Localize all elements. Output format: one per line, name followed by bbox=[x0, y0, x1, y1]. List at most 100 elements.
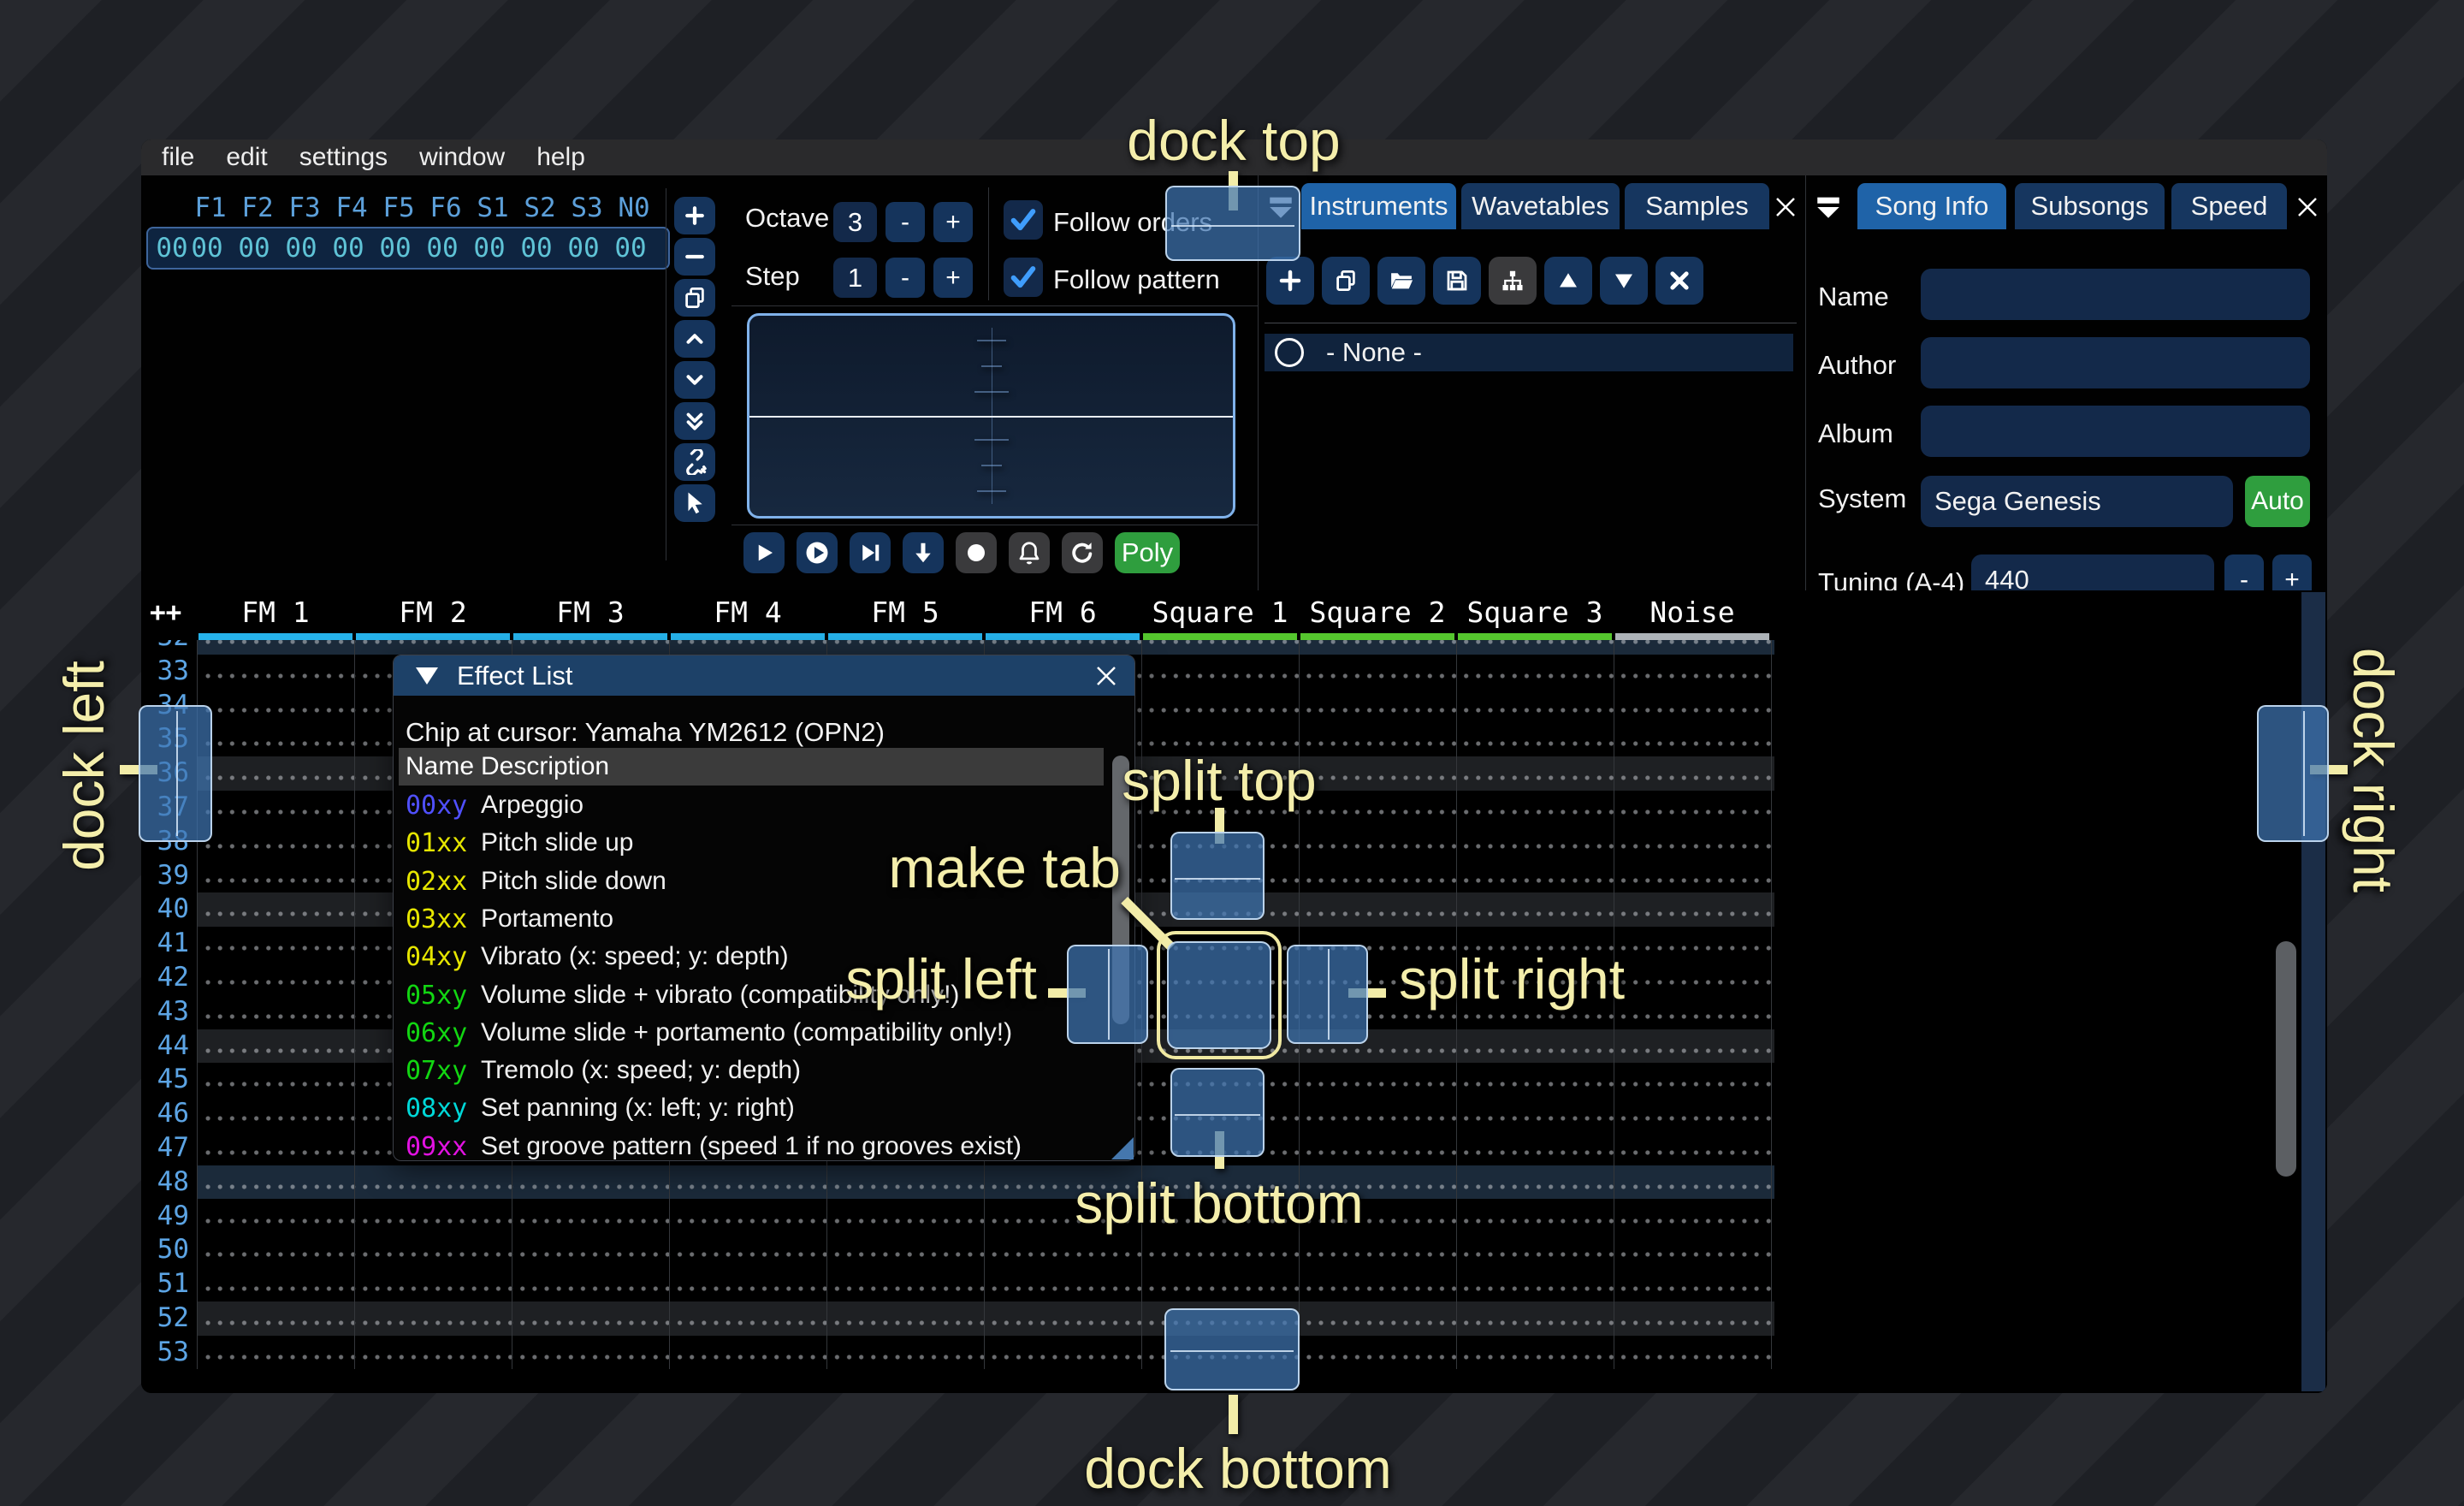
pattern-row-number: 33 bbox=[146, 655, 189, 689]
menu-item-window[interactable]: window bbox=[419, 143, 505, 172]
effect-row: 03xxPortamento bbox=[399, 900, 1104, 938]
order-cell[interactable]: 00 bbox=[327, 233, 370, 264]
effect-code: 04xy bbox=[406, 942, 467, 972]
follow-pattern-checkbox[interactable] bbox=[1004, 258, 1043, 297]
order-select-button[interactable] bbox=[674, 484, 715, 522]
split-left-target[interactable] bbox=[1067, 945, 1148, 1044]
order-cell[interactable]: 00 bbox=[374, 233, 417, 264]
menu-item-file[interactable]: file bbox=[162, 143, 194, 172]
step-row-button[interactable] bbox=[850, 532, 891, 573]
step-plus-button[interactable]: + bbox=[933, 258, 973, 298]
close-icon[interactable] bbox=[1093, 663, 1119, 689]
channel-header-noise[interactable]: Noise bbox=[1614, 596, 1771, 629]
order-cell[interactable]: 00 bbox=[421, 233, 464, 264]
metronome-button[interactable] bbox=[1009, 532, 1050, 573]
order-add-button[interactable] bbox=[674, 197, 715, 234]
instrument-duplicate-button[interactable] bbox=[1322, 257, 1370, 305]
close-icon[interactable] bbox=[1773, 194, 1798, 220]
channel-header-fm-5[interactable]: FM 5 bbox=[826, 596, 984, 629]
channel-header-fm-6[interactable]: FM 6 bbox=[984, 596, 1141, 629]
menu-item-settings[interactable]: settings bbox=[299, 143, 388, 172]
order-remove-button[interactable] bbox=[674, 238, 715, 276]
poly-button[interactable]: Poly bbox=[1115, 532, 1180, 573]
channel-header-fm-4[interactable]: FM 4 bbox=[669, 596, 826, 629]
instrument-move-down-button[interactable] bbox=[1600, 257, 1648, 305]
arrow-down-icon bbox=[910, 540, 936, 566]
duplicate-icon bbox=[1333, 268, 1359, 293]
instrument-delete-button[interactable] bbox=[1656, 257, 1703, 305]
step-minus-button[interactable]: - bbox=[886, 258, 925, 298]
order-cell[interactable]: 00 bbox=[515, 233, 558, 264]
order-move-bottom-button[interactable] bbox=[674, 402, 715, 440]
channel-header-square-2[interactable]: Square 2 bbox=[1299, 596, 1456, 629]
menu-item-help[interactable]: help bbox=[536, 143, 585, 172]
follow-orders-checkbox[interactable] bbox=[1004, 200, 1043, 240]
menu-item-edit[interactable]: edit bbox=[226, 143, 267, 172]
octave-label: Octave bbox=[745, 203, 829, 234]
dock-left-label: dock left bbox=[51, 637, 120, 894]
stop-at-top-button[interactable] bbox=[903, 532, 944, 573]
tab-instruments[interactable]: Instruments bbox=[1301, 183, 1456, 229]
channel-header-fm-1[interactable]: FM 1 bbox=[197, 596, 354, 629]
system-field[interactable]: Sega Genesis bbox=[1921, 476, 2233, 527]
order-cell[interactable]: 00 bbox=[233, 233, 275, 264]
close-icon[interactable] bbox=[2295, 194, 2320, 220]
orders-selected-row[interactable]: 00 00000000000000000000 bbox=[146, 227, 670, 270]
instrument-save-button[interactable] bbox=[1433, 257, 1481, 305]
dock-left-target[interactable] bbox=[139, 705, 212, 842]
instrument-folder-view-button[interactable] bbox=[1489, 257, 1537, 305]
order-down-button[interactable] bbox=[674, 361, 715, 399]
window-menu-icon[interactable] bbox=[1814, 193, 1843, 222]
play-button[interactable] bbox=[743, 532, 785, 573]
author-field[interactable] bbox=[1921, 337, 2310, 388]
octave-plus-button[interactable]: + bbox=[933, 202, 973, 242]
order-cell[interactable]: 00 bbox=[280, 233, 323, 264]
instruments-panel: InstrumentsWavetablesSamples - None - bbox=[1258, 175, 1805, 590]
octave-value[interactable]: 3 bbox=[833, 202, 877, 242]
play-pattern-button[interactable] bbox=[797, 532, 838, 573]
step-value[interactable]: 1 bbox=[833, 258, 877, 298]
instrument-move-up-button[interactable] bbox=[1544, 257, 1592, 305]
instrument-list-item[interactable]: - None - bbox=[1265, 334, 1793, 371]
album-field[interactable] bbox=[1921, 406, 2310, 457]
name-field[interactable] bbox=[1921, 269, 2310, 320]
order-unlink-button[interactable] bbox=[674, 443, 715, 481]
effect-list-titlebar[interactable]: Effect List bbox=[394, 655, 1134, 696]
instrument-open-button[interactable] bbox=[1377, 257, 1425, 305]
octave-minus-button[interactable]: - bbox=[886, 202, 925, 242]
dock-bottom-target[interactable] bbox=[1164, 1308, 1300, 1390]
channel-activity-bar bbox=[513, 633, 667, 640]
tab-song-info[interactable]: Song Info bbox=[1857, 183, 2006, 229]
expand-channels-button[interactable]: ++ bbox=[150, 597, 181, 628]
tab-wavetables[interactable]: Wavetables bbox=[1461, 183, 1620, 229]
tab-speed[interactable]: Speed bbox=[2171, 183, 2287, 229]
dock-bottom-connector bbox=[1229, 1395, 1238, 1434]
record-button[interactable] bbox=[956, 532, 997, 573]
split-bottom-target[interactable] bbox=[1170, 1068, 1265, 1157]
collapse-triangle-icon[interactable] bbox=[416, 667, 438, 685]
order-cell[interactable]: 00 bbox=[562, 233, 605, 264]
make-tab-target[interactable] bbox=[1167, 941, 1271, 1049]
tab-samples[interactable]: Samples bbox=[1625, 183, 1769, 229]
auto-button[interactable]: Auto bbox=[2245, 476, 2310, 527]
split-top-target[interactable] bbox=[1170, 832, 1265, 920]
order-cell[interactable]: 00 bbox=[609, 233, 652, 264]
repeat-button[interactable] bbox=[1062, 532, 1103, 573]
order-up-button[interactable] bbox=[674, 320, 715, 358]
channel-header-fm-2[interactable]: FM 2 bbox=[354, 596, 512, 629]
channel-activity-bar bbox=[1458, 633, 1612, 640]
order-duplicate-button[interactable] bbox=[674, 279, 715, 317]
order-cell[interactable]: 00 bbox=[468, 233, 511, 264]
dock-top-target[interactable] bbox=[1165, 186, 1300, 261]
channel-header-square-3[interactable]: Square 3 bbox=[1456, 596, 1614, 629]
dock-right-target[interactable] bbox=[2257, 705, 2329, 842]
resize-grip[interactable] bbox=[1111, 1137, 1134, 1159]
instrument-add-button[interactable] bbox=[1266, 257, 1314, 305]
channel-header-square-1[interactable]: Square 1 bbox=[1141, 596, 1299, 629]
channel-header-fm-3[interactable]: FM 3 bbox=[512, 596, 669, 629]
order-cell[interactable]: 00 bbox=[186, 233, 228, 264]
split-right-target[interactable] bbox=[1287, 945, 1368, 1044]
pattern-scrollbar-thumb[interactable] bbox=[2276, 941, 2296, 1177]
split-right-label: split right bbox=[1399, 946, 1681, 1011]
tab-subsongs[interactable]: Subsongs bbox=[2015, 183, 2165, 229]
